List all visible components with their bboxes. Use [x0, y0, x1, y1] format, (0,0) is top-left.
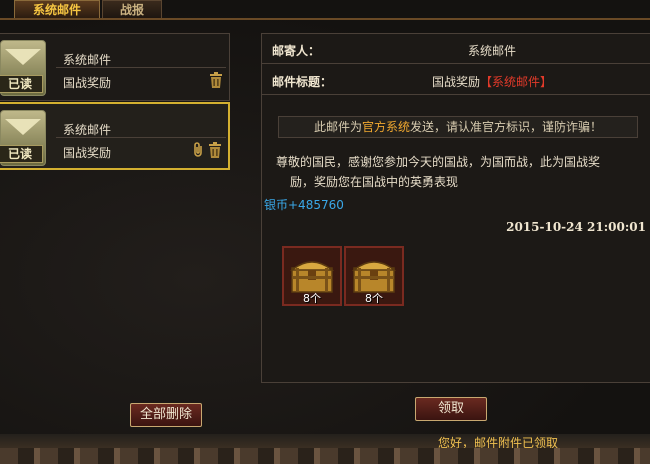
- subject-value-wrap: 国战奖励【系统邮件】: [382, 73, 602, 90]
- mail-body: 尊敬的国民，感谢您参加今天的国战，为国而战，此为国战奖 励，奖励您在国战中的英勇…: [276, 152, 641, 192]
- tab-divider: [0, 18, 650, 20]
- subject-row: 邮件标题： 国战奖励【系统邮件】: [262, 65, 650, 95]
- body-line: 励，奖励您在国战中的英勇表现: [290, 175, 459, 189]
- delete-all-button[interactable]: 全部删除: [130, 403, 202, 427]
- trash-icon[interactable]: [208, 142, 222, 158]
- mail-item-sender: 系统邮件: [63, 53, 112, 67]
- sender-label: 邮寄人：: [272, 44, 321, 58]
- sender-value: 系统邮件: [467, 44, 516, 58]
- claim-button[interactable]: 领取: [415, 397, 487, 421]
- treasure-chest-icon: [290, 261, 334, 293]
- read-badge: 已读: [0, 145, 43, 163]
- mail-item-subject: 国战奖励: [63, 146, 112, 160]
- subject-label: 邮件标题：: [272, 75, 333, 89]
- mail-item-sender: 系统邮件: [63, 123, 112, 137]
- mail-list-item-selected[interactable]: 已读 系统邮件 国战奖励: [0, 102, 230, 170]
- mail-timestamp: 2015-10-24 21:00:01: [506, 220, 646, 234]
- notice-highlight: 官方系统: [361, 120, 410, 134]
- subject-tag: 【系统邮件】: [480, 75, 553, 89]
- notice-suffix: 发送，请认准官方标识，谨防诈骗！: [410, 120, 603, 134]
- mail-item-subject: 国战奖励: [63, 76, 112, 90]
- tab-bar: 系统邮件 战报: [0, 0, 162, 18]
- attachment-slot[interactable]: 8个: [344, 246, 404, 306]
- reward-silver: 银币+485760: [264, 198, 344, 212]
- subject-value: 国战奖励: [431, 75, 480, 89]
- notice-prefix: 此邮件为: [313, 120, 362, 134]
- read-badge: 已读: [0, 75, 43, 93]
- tab-system-mail[interactable]: 系统邮件: [14, 0, 100, 18]
- attachment-count: 8个: [303, 292, 321, 305]
- treasure-chest-icon: [352, 261, 396, 293]
- trash-icon[interactable]: [209, 72, 223, 88]
- envelope-icon: 已读: [0, 110, 46, 166]
- attachment-clip-icon: [194, 142, 202, 157]
- sender-row: 邮寄人： 系统邮件: [262, 34, 650, 64]
- attachment-count: 8个: [365, 292, 383, 305]
- attachment-slot[interactable]: 8个: [282, 246, 342, 306]
- divider: [56, 67, 226, 68]
- envelope-icon: 已读: [0, 40, 46, 96]
- mail-list-item[interactable]: 已读 系统邮件 国战奖励: [0, 33, 230, 101]
- body-line: 尊敬的国民，感谢您参加今天的国战，为国而战，此为国战奖: [276, 155, 601, 169]
- divider: [56, 137, 226, 138]
- security-notice: 此邮件为官方系统发送，请认准官方标识，谨防诈骗！: [278, 116, 638, 138]
- mail-list: 已读 系统邮件 国战奖励 已读 系统邮件 国战奖励: [0, 33, 230, 171]
- decorative-strip: [0, 448, 650, 464]
- tab-battle-report[interactable]: 战报: [102, 0, 162, 18]
